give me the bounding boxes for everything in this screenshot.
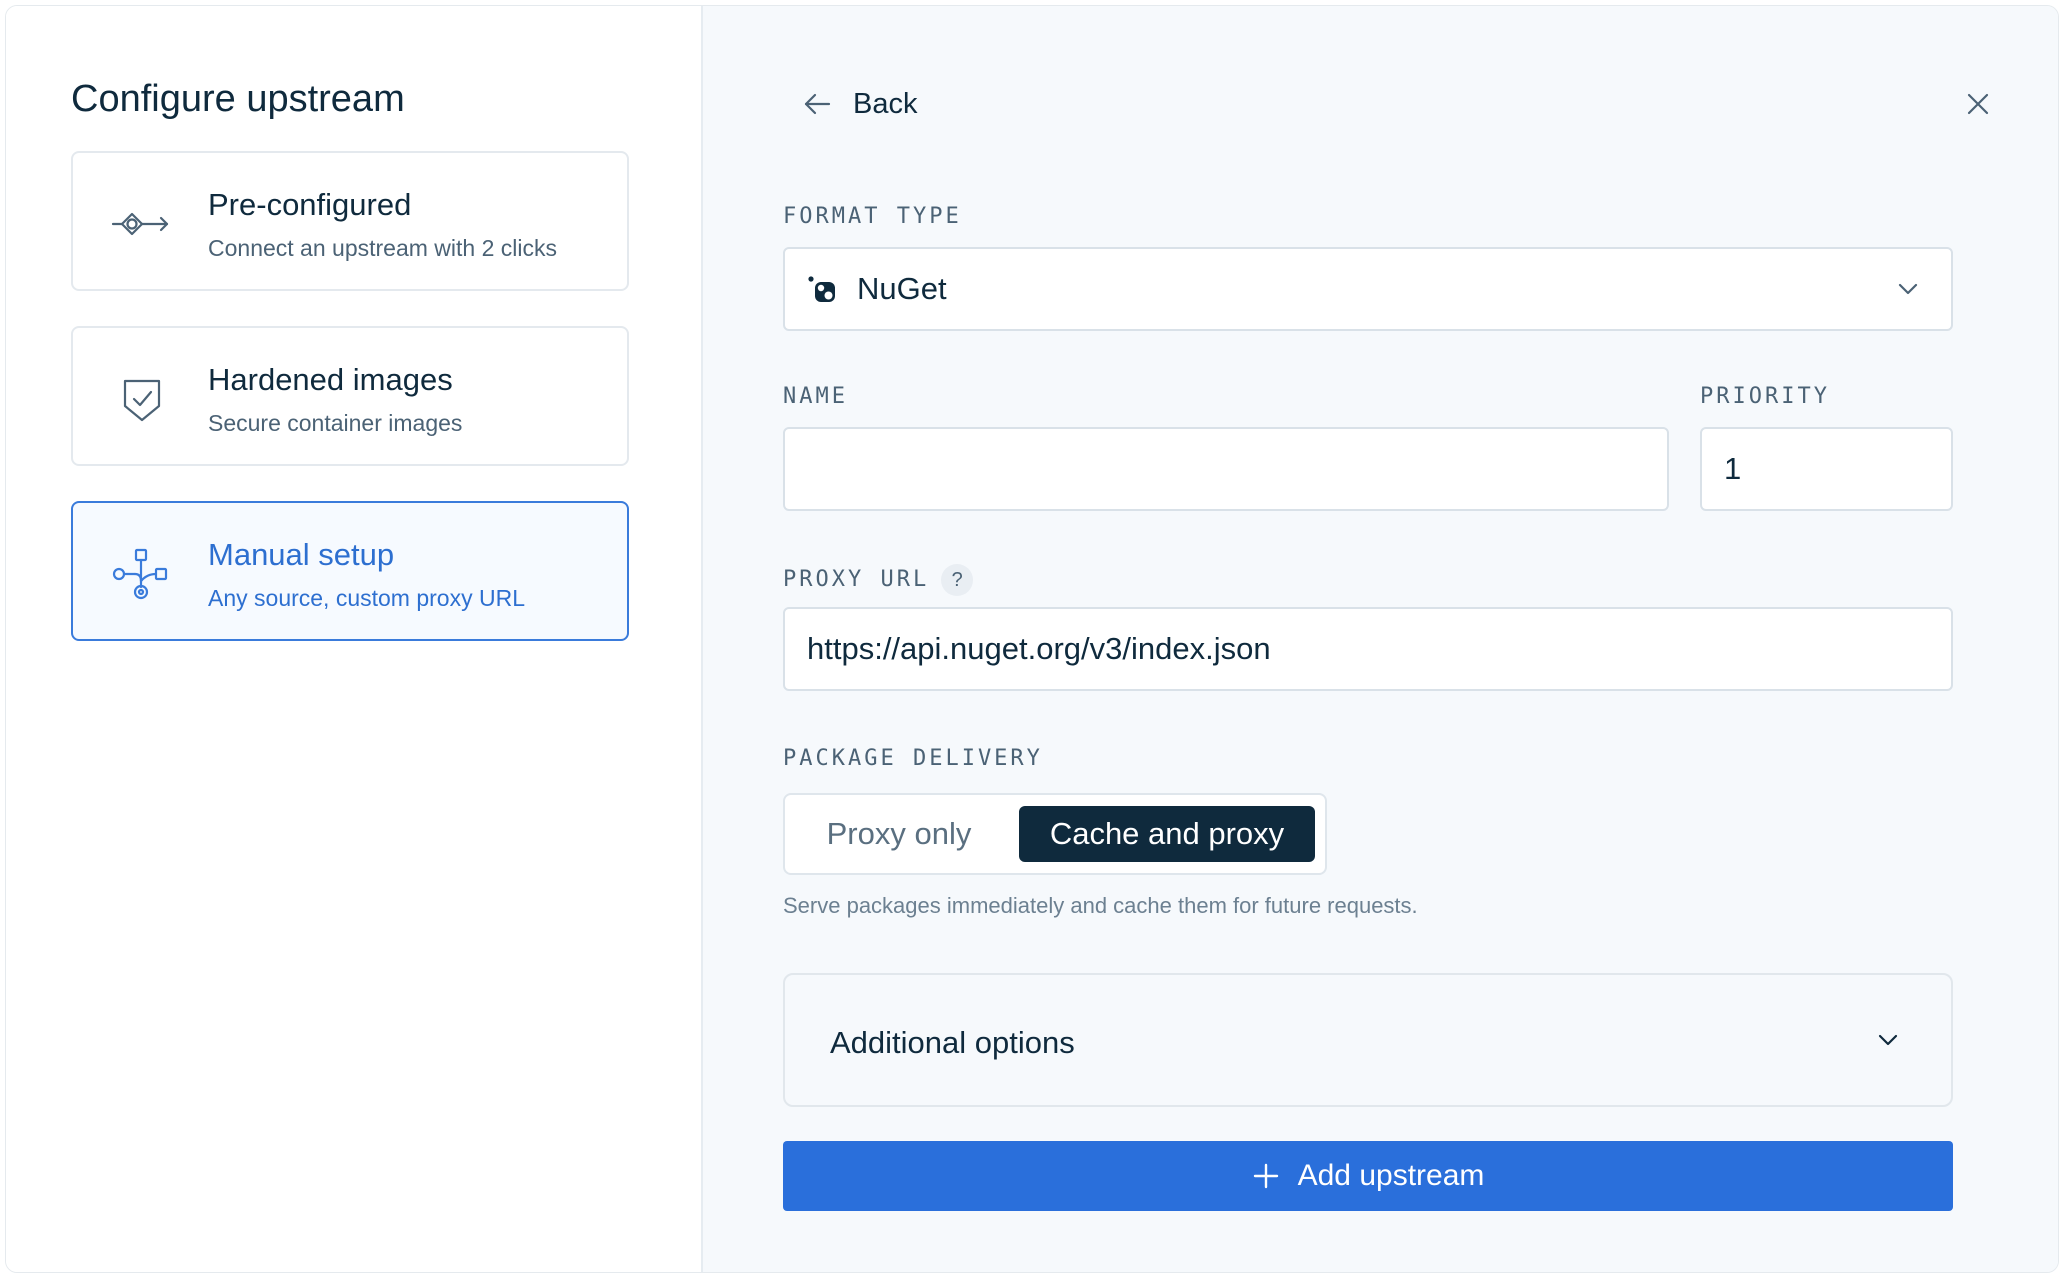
format-type-select[interactable]: NuGet <box>783 247 1953 331</box>
option-subtitle: Connect an upstream with 2 clicks <box>208 235 557 261</box>
option-title: Manual setup <box>208 537 395 572</box>
format-type-label: FORMAT TYPE <box>783 204 962 229</box>
proxy-only-option[interactable]: Proxy only <box>799 806 999 862</box>
option-subtitle: Secure container images <box>208 410 463 436</box>
package-delivery-hint: Serve packages immediately and cache the… <box>783 893 1418 918</box>
network-nodes-icon <box>111 543 173 605</box>
priority-field[interactable] <box>1724 451 1951 487</box>
add-upstream-button[interactable]: Add upstream <box>783 1141 1953 1211</box>
proxy-url-field[interactable] <box>807 631 1951 667</box>
name-label: NAME <box>783 384 848 409</box>
connector-icon <box>111 193 173 255</box>
plus-icon <box>1253 1163 1278 1189</box>
format-type-value: NuGet <box>857 271 947 306</box>
shield-check-icon <box>111 368 173 430</box>
option-title: Pre-configured <box>208 187 412 222</box>
nuget-icon <box>808 276 835 302</box>
dialog-title: Configure upstream <box>71 78 405 120</box>
left-panel: Configure upstream Pre-configured Connec… <box>6 6 703 1272</box>
option-subtitle: Any source, custom proxy URL <box>208 585 526 611</box>
cache-and-proxy-option[interactable]: Cache and proxy <box>1019 806 1315 862</box>
close-icon[interactable] <box>1961 87 1995 121</box>
option-hardened-images[interactable]: Hardened images Secure container images <box>71 326 629 466</box>
back-label: Back <box>853 87 918 120</box>
proxy-url-label: PROXY URL <box>783 567 930 592</box>
dialog: Configure upstream Pre-configured Connec… <box>5 5 2059 1273</box>
back-button[interactable]: Back <box>801 84 917 124</box>
option-preconfigured[interactable]: Pre-configured Connect an upstream with … <box>71 151 629 291</box>
additional-options-label: Additional options <box>830 1025 1075 1060</box>
name-field[interactable] <box>807 451 1667 487</box>
chevron-down-icon <box>1878 1034 1898 1046</box>
package-delivery-toggle: Proxy only Cache and proxy <box>783 793 1327 875</box>
proxy-url-field-wrapper <box>783 607 1953 691</box>
additional-options-accordion[interactable]: Additional options <box>783 973 1953 1107</box>
proxy-url-label-row: PROXY URL? <box>783 564 974 596</box>
package-delivery-label: PACKAGE DELIVERY <box>783 746 1043 771</box>
name-field-wrapper <box>783 427 1669 511</box>
priority-label: PRIORITY <box>1700 384 1830 409</box>
add-upstream-label: Add upstream <box>1297 1159 1485 1192</box>
chevron-down-icon <box>1898 283 1918 295</box>
priority-field-wrapper <box>1700 427 1953 511</box>
help-icon[interactable]: ? <box>941 564 974 596</box>
option-title: Hardened images <box>208 362 453 397</box>
arrow-left-icon <box>804 93 831 115</box>
option-manual-setup[interactable]: Manual setup Any source, custom proxy UR… <box>71 501 629 641</box>
